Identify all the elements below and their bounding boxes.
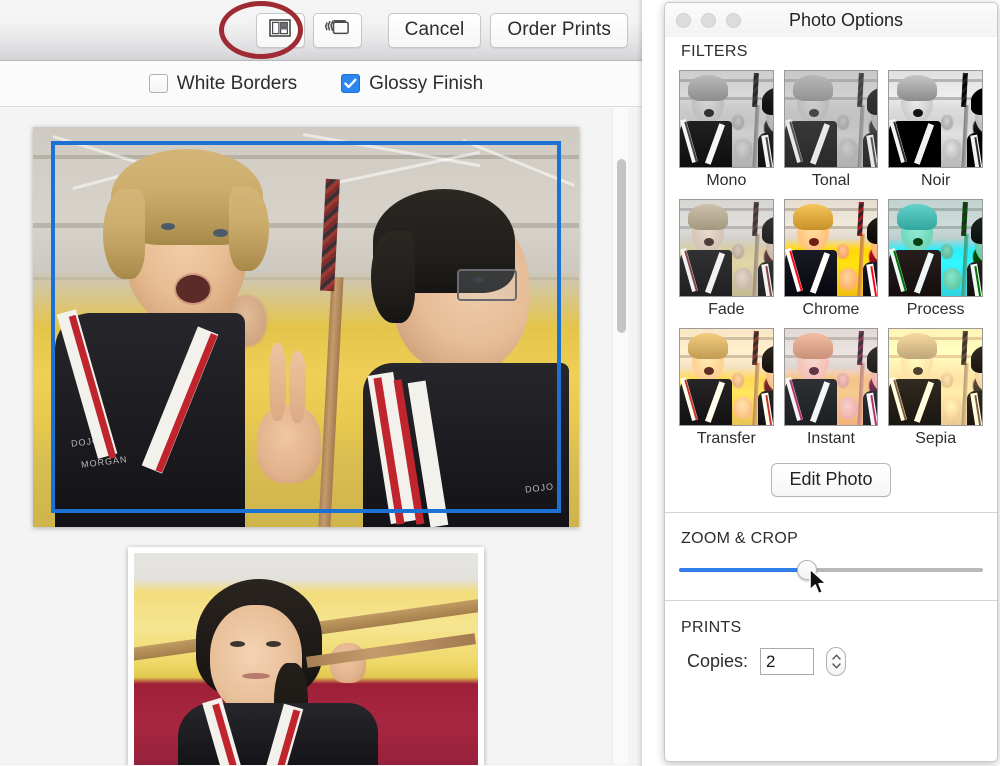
- scrollbar-thumb[interactable]: [617, 159, 626, 333]
- filter-option-sepia[interactable]: Sepia: [888, 328, 983, 449]
- photo-list-item[interactable]: [0, 547, 612, 765]
- photo-list[interactable]: DOJO MORGAN DOJO: [0, 107, 642, 765]
- view-mode-group: [255, 12, 362, 48]
- glossy-finish-checkbox-row[interactable]: Glossy Finish: [341, 73, 483, 95]
- zoom-crop-slider[interactable]: [679, 560, 983, 580]
- minimize-button[interactable]: [701, 12, 716, 28]
- slider-fill: [679, 568, 807, 572]
- close-button[interactable]: [676, 12, 691, 28]
- white-borders-label: White Borders: [176, 72, 298, 94]
- filter-option-chrome[interactable]: Chrome: [783, 199, 879, 320]
- filter-thumbnail-chrome[interactable]: [783, 199, 879, 297]
- filter-thumbnail-sepia[interactable]: [888, 328, 983, 426]
- glossy-finish-label: Glossy Finish: [369, 72, 484, 94]
- print-order-window: Cancel Order Prints White Borders Glossy…: [0, 0, 642, 766]
- filter-option-instant[interactable]: Instant: [783, 328, 879, 449]
- filter-option-process[interactable]: Process: [888, 199, 983, 320]
- filter-thumbnail-fade[interactable]: [679, 199, 774, 297]
- photo-options-window: Photo Options FILTERS Mono Tonal Noir Fa…: [664, 2, 998, 762]
- card-stack-icon: [324, 18, 350, 43]
- copies-label: Copies:: [687, 651, 749, 671]
- layout-panes-icon: [269, 18, 291, 42]
- white-borders-checkbox[interactable]: [148, 74, 168, 93]
- zoom-button[interactable]: [726, 12, 741, 28]
- filter-label: Transfer: [696, 430, 756, 447]
- filter-thumbnail-transfer[interactable]: [679, 328, 774, 426]
- filter-option-fade[interactable]: Fade: [679, 199, 774, 320]
- print-options-bar: White Borders Glossy Finish: [0, 61, 642, 107]
- chevron-down-icon: [831, 663, 841, 669]
- filter-label: Tonal: [811, 172, 851, 189]
- filter-label: Mono: [706, 172, 747, 189]
- edit-photo-row: Edit Photo: [665, 449, 997, 512]
- filter-option-tonal[interactable]: Tonal: [783, 70, 879, 191]
- prints-heading: PRINTS: [681, 619, 742, 636]
- filter-label: Chrome: [802, 301, 860, 318]
- zoom-crop-heading: ZOOM & CROP: [681, 530, 799, 547]
- photo-thumbnail[interactable]: [128, 547, 484, 765]
- photo-artwork-boys: DOJO MORGAN DOJO: [33, 127, 579, 527]
- filter-label: Instant: [806, 430, 855, 447]
- filter-thumbnail-mono[interactable]: [679, 70, 774, 168]
- filters-grid: Mono Tonal Noir Fade Chrome Process Tran…: [679, 70, 983, 449]
- edit-photo-button[interactable]: Edit Photo: [771, 463, 891, 497]
- filter-thumbnail-process[interactable]: [888, 199, 983, 297]
- cancel-button[interactable]: Cancel: [387, 12, 482, 48]
- order-prints-button[interactable]: Order Prints: [490, 12, 628, 48]
- copies-row: Copies: 2: [679, 647, 983, 676]
- photo-list-scrollbar[interactable]: [612, 107, 628, 765]
- slider-thumb[interactable]: [796, 560, 817, 580]
- options-titlebar: Photo Options: [665, 3, 997, 37]
- prints-section: PRINTS Copies: 2: [665, 601, 997, 692]
- filter-option-noir[interactable]: Noir: [888, 70, 983, 191]
- white-borders-checkbox-row[interactable]: White Borders: [148, 72, 298, 95]
- filter-label: Sepia: [915, 430, 957, 447]
- photo-list-item[interactable]: DOJO MORGAN DOJO: [0, 127, 612, 527]
- filters-section: FILTERS Mono Tonal Noir Fade Chrome Proc…: [665, 43, 997, 449]
- copies-input[interactable]: 2: [760, 648, 815, 675]
- view-stack-button[interactable]: [312, 12, 362, 48]
- photo-artwork-girl: [134, 553, 478, 765]
- print-toolbar: Cancel Order Prints: [0, 0, 642, 61]
- filter-label: Process: [906, 301, 965, 318]
- zoom-crop-section: ZOOM & CROP: [665, 513, 997, 600]
- filter-label: Fade: [708, 301, 745, 318]
- chevron-up-icon: [831, 654, 841, 660]
- filter-thumbnail-instant[interactable]: [783, 328, 879, 426]
- filter-option-mono[interactable]: Mono: [679, 70, 774, 191]
- filter-thumbnail-noir[interactable]: [888, 70, 983, 168]
- filter-option-transfer[interactable]: Transfer: [679, 328, 774, 449]
- eyeglasses: [457, 269, 517, 301]
- copies-stepper[interactable]: [826, 647, 847, 676]
- filters-heading: FILTERS: [681, 43, 748, 60]
- photo-thumbnail-selected[interactable]: DOJO MORGAN DOJO: [33, 127, 579, 527]
- filter-thumbnail-tonal[interactable]: [783, 70, 879, 168]
- view-layout-button[interactable]: [255, 12, 305, 48]
- filter-label: Noir: [920, 172, 951, 189]
- glossy-finish-checkbox[interactable]: [341, 74, 361, 93]
